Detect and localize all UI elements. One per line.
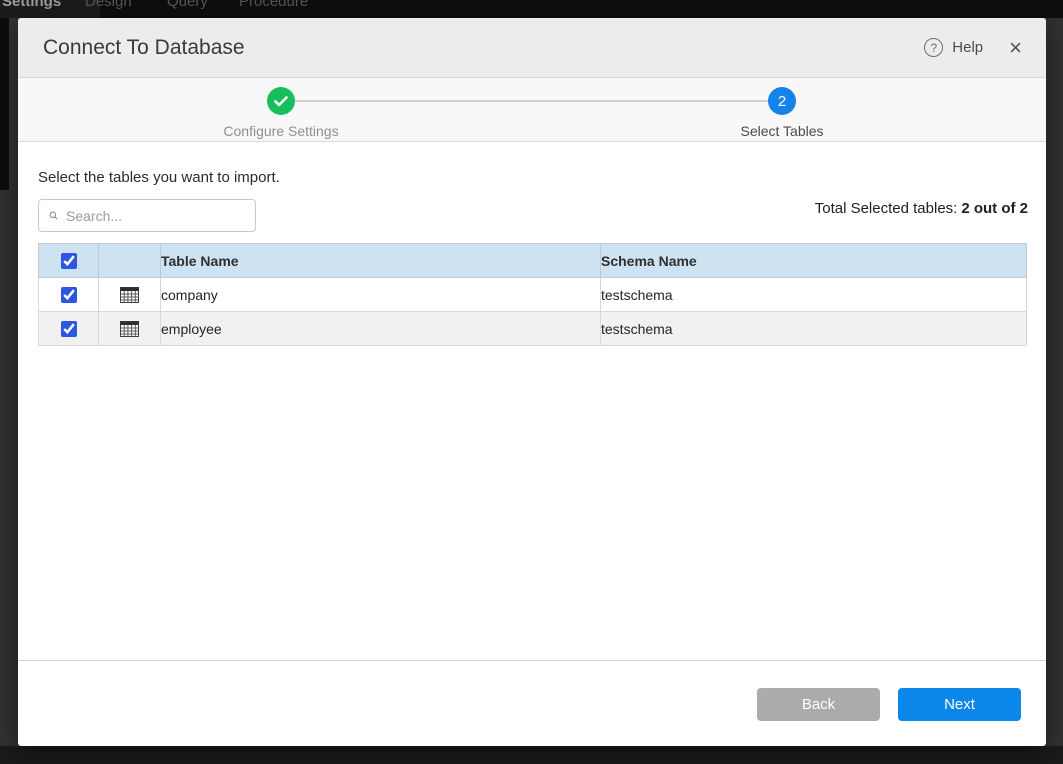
tab-design[interactable]: Design <box>85 0 132 10</box>
total-selected-label: Total Selected tables: <box>815 200 958 217</box>
step-label-select-tables: Select Tables <box>672 123 892 139</box>
next-button[interactable]: Next <box>898 688 1021 721</box>
table-row: employee testschema <box>39 312 1027 346</box>
background-sidebar-strip <box>0 18 9 190</box>
background-tab-bar: Settings Design Query Procedure <box>0 0 1063 18</box>
step-select-tables: 2 Select Tables <box>672 87 892 139</box>
step-number-badge: 2 <box>768 87 796 115</box>
search-input-wrapper <box>38 199 256 232</box>
step-label-configure-settings: Configure Settings <box>171 123 391 139</box>
help-button[interactable]: ? Help <box>924 38 983 57</box>
search-input[interactable] <box>66 208 247 224</box>
table-name-cell: company <box>161 278 601 312</box>
background-bottom-shade <box>0 746 1063 764</box>
footer-divider <box>18 660 1046 661</box>
search-icon <box>49 208 58 223</box>
table-name-cell: employee <box>161 312 601 346</box>
table-grid-icon <box>120 321 139 337</box>
tab-settings[interactable]: Settings <box>2 0 61 10</box>
app-background: Settings Design Query Procedure Connect … <box>0 0 1063 764</box>
connect-to-database-dialog: Connect To Database ? Help × Configure S… <box>18 18 1046 746</box>
table-name-column-header: Table Name <box>161 244 601 278</box>
dialog-title: Connect To Database <box>43 36 924 60</box>
instruction-text: Select the tables you want to import. <box>38 169 280 186</box>
schema-name-cell: testschema <box>601 278 1027 312</box>
dialog-header: Connect To Database ? Help × <box>18 18 1046 78</box>
table-row: company testschema <box>39 278 1027 312</box>
row-checkbox-company[interactable] <box>61 287 77 303</box>
select-all-checkbox[interactable] <box>61 253 77 269</box>
table-grid-icon <box>120 287 139 303</box>
total-selected-tables: Total Selected tables:2 out of 2 <box>815 200 1028 217</box>
schema-name-cell: testschema <box>601 312 1027 346</box>
tab-query[interactable]: Query <box>167 0 208 10</box>
icon-column-header <box>99 244 161 278</box>
tab-procedure[interactable]: Procedure <box>239 0 308 10</box>
wizard-stepper: Configure Settings 2 Select Tables <box>18 78 1046 142</box>
table-header-row: Table Name Schema Name <box>39 244 1027 278</box>
schema-name-column-header: Schema Name <box>601 244 1027 278</box>
back-button[interactable]: Back <box>757 688 880 721</box>
tables-list: Table Name Schema Name <box>38 243 1027 346</box>
total-selected-value: 2 out of 2 <box>961 200 1028 217</box>
row-checkbox-employee[interactable] <box>61 321 77 337</box>
close-icon[interactable]: × <box>1009 38 1022 58</box>
step-configure-settings: Configure Settings <box>171 87 391 139</box>
step-complete-check-icon <box>267 87 295 115</box>
help-label: Help <box>952 39 983 56</box>
help-icon: ? <box>924 38 943 57</box>
